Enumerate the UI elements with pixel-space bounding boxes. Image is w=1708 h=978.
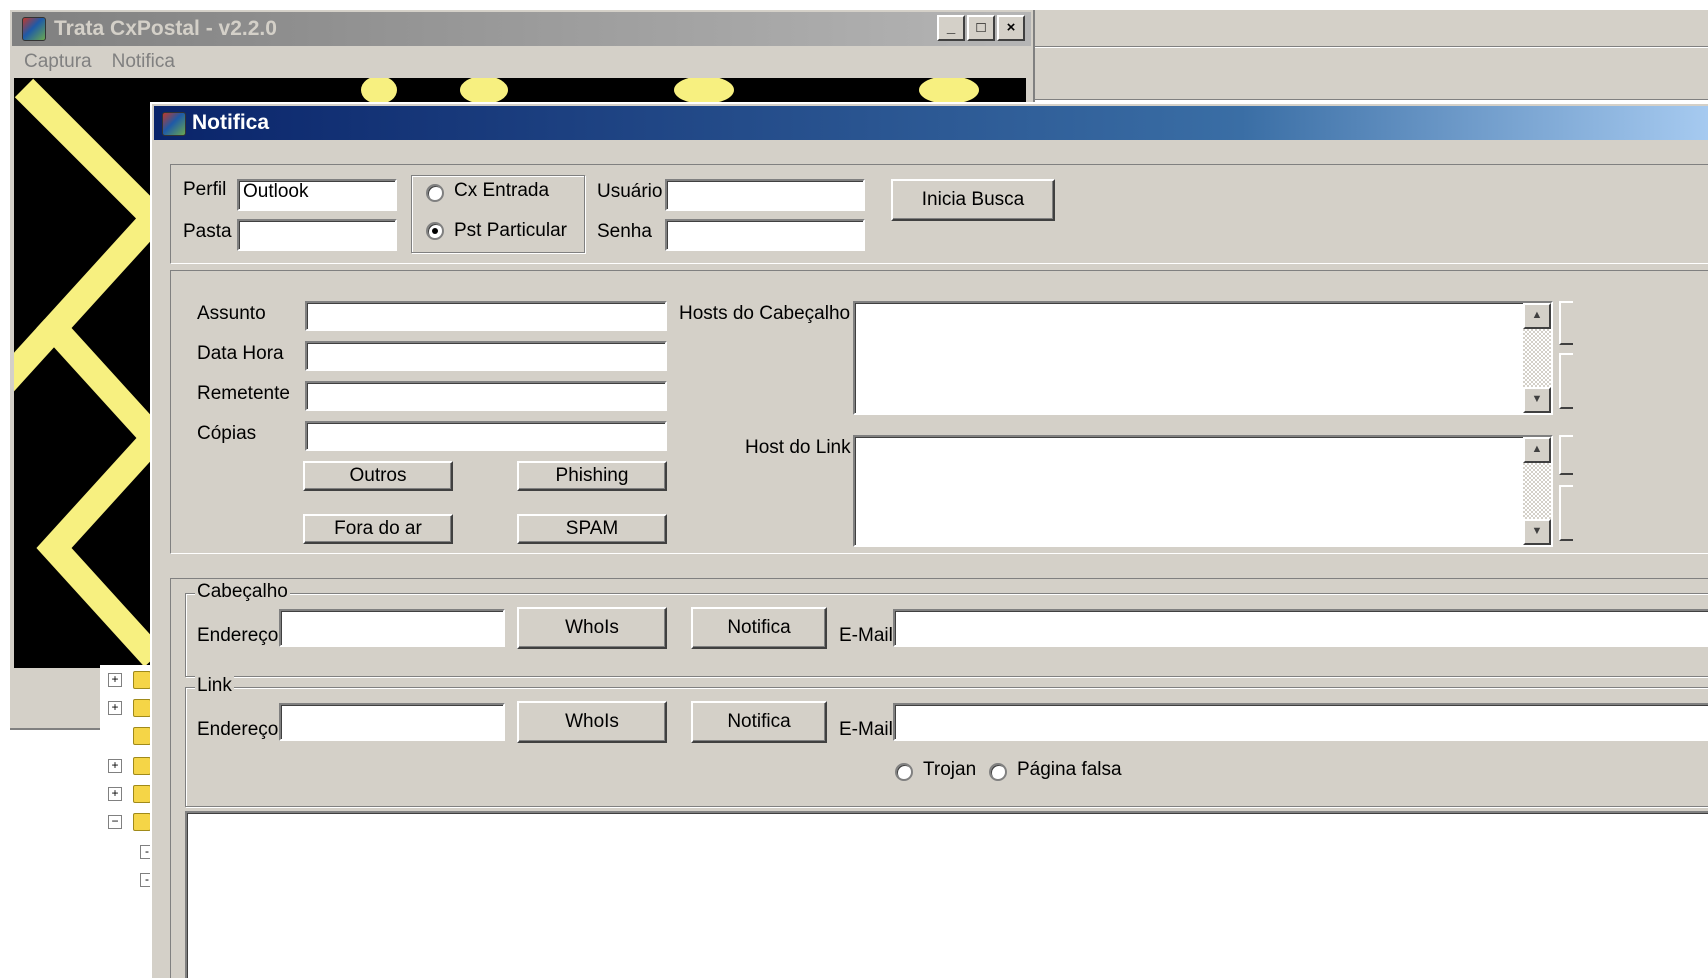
strip-divider [1035,46,1708,48]
copias-input[interactable] [305,421,667,451]
main-window-titlebar[interactable]: Trata CxPostal - v2.2.0 [12,12,1031,46]
hosts-cabecalho-side-button-2[interactable] [1559,353,1573,409]
perfil-input[interactable]: Outlook [237,179,397,211]
spam-button[interactable]: SPAM [517,514,667,544]
link-whois-button[interactable]: WhoIs [517,701,667,743]
maximize-button[interactable]: □ [967,15,995,41]
hosts-cabecalho-list[interactable]: ▲ ▼ [853,301,1553,415]
senha-input[interactable] [665,219,865,251]
scroll-down-icon[interactable]: ▼ [1523,519,1551,545]
cabecalho-endereco-label: Endereço [197,625,279,646]
link-email-label: E-Mail [839,719,893,740]
cabecalho-email-label: E-Mail [839,625,893,646]
radio-cx-entrada[interactable] [426,184,444,202]
cx-entrada-label: Cx Entrada [454,180,550,201]
pasta-label: Pasta [183,221,232,242]
link-group-title: Link [195,675,234,697]
host-link-side-button-2[interactable] [1559,485,1573,541]
folder-tree: + + + + − - - [100,665,154,905]
inicia-busca-button[interactable]: Inicia Busca [891,179,1055,221]
assunto-label: Assunto [197,303,266,324]
background-window-right-strip [1035,10,1708,100]
radio-pst-particular[interactable] [426,222,444,240]
link-email-input[interactable] [893,703,1708,741]
senha-label: Senha [597,221,652,242]
dialog-titlebar[interactable]: Notifica [154,106,1708,140]
link-endereco-input[interactable] [279,703,505,741]
assunto-input[interactable] [305,301,667,331]
radio-trojan[interactable] [895,763,913,781]
link-endereco-label: Endereço [197,719,279,740]
perfil-label: Perfil [183,179,227,200]
usuario-input[interactable] [665,179,865,211]
notifica-dialog: Notifica Perfil Outlook Pasta Cx Entrada… [150,102,1708,978]
hosts-cabecalho-label: Hosts do Cabeçalho [679,303,851,324]
scroll-up-icon[interactable]: ▲ [1523,303,1551,329]
scroll-up-icon[interactable]: ▲ [1523,437,1551,463]
outros-button[interactable]: Outros [303,461,453,491]
scroll-down-icon[interactable]: ▼ [1523,387,1551,413]
folder-icon [133,813,151,831]
radio-pagina-falsa[interactable] [989,763,1007,781]
cabecalho-endereco-input[interactable] [279,609,505,647]
host-link-side-button[interactable] [1559,435,1573,475]
cabecalho-notifica-button[interactable]: Notifica [691,607,827,649]
hosts-cabecalho-side-button[interactable] [1559,301,1573,345]
main-menubar: Captura Notifica [24,48,175,76]
data-hora-input[interactable] [305,341,667,371]
folder-icon [133,757,151,775]
usuario-label: Usuário [597,181,663,202]
cabecalho-whois-button[interactable]: WhoIs [517,607,667,649]
data-hora-label: Data Hora [197,343,284,364]
close-button[interactable]: × [997,15,1025,41]
app-icon [162,112,186,136]
main-window-title: Trata CxPostal - v2.2.0 [54,17,277,40]
copias-label: Cópias [197,423,257,444]
pasta-input[interactable] [237,219,397,251]
minimize-button[interactable]: _ [937,15,965,41]
tree-collapse-icon[interactable]: − [108,815,122,829]
phishing-button[interactable]: Phishing [517,461,667,491]
cabecalho-email-input[interactable] [893,609,1708,647]
tree-expand-icon[interactable]: + [108,787,122,801]
pagina-falsa-label: Página falsa [1017,759,1122,780]
app-icon [22,17,46,41]
folder-icon [133,671,151,689]
fora-do-ar-button[interactable]: Fora do ar [303,514,453,544]
window-controls: _ □ × [937,15,1025,41]
menu-notifica[interactable]: Notifica [112,48,175,76]
tree-expand-icon[interactable]: + [108,701,122,715]
notification-message-area[interactable] [185,811,1708,978]
trojan-label: Trojan [923,759,977,780]
remetente-label: Remetente [197,383,290,404]
cabecalho-group-title: Cabeçalho [195,581,290,603]
host-link-scrollbar[interactable]: ▲ ▼ [1523,437,1551,545]
tree-expand-icon[interactable]: + [108,759,122,773]
folder-icon [133,727,151,745]
host-link-list[interactable]: ▲ ▼ [853,435,1553,547]
remetente-input[interactable] [305,381,667,411]
host-link-label: Host do Link [745,437,851,458]
dialog-title: Notifica [192,111,270,134]
source-radio-group: Cx Entrada Pst Particular [411,175,585,253]
pst-particular-label: Pst Particular [454,220,567,241]
folder-icon [133,699,151,717]
menu-captura[interactable]: Captura [24,48,92,76]
tree-expand-icon[interactable]: + [108,673,122,687]
message-panel: Assunto Data Hora Remetente Cópias Outro… [170,270,1708,554]
notification-panel: Cabeçalho Endereço WhoIs Notifica E-Mail… [170,578,1708,978]
hosts-cabecalho-scrollbar[interactable]: ▲ ▼ [1523,303,1551,413]
folder-icon [133,785,151,803]
link-notifica-button[interactable]: Notifica [691,701,827,743]
search-panel: Perfil Outlook Pasta Cx Entrada Pst Part… [170,164,1708,264]
